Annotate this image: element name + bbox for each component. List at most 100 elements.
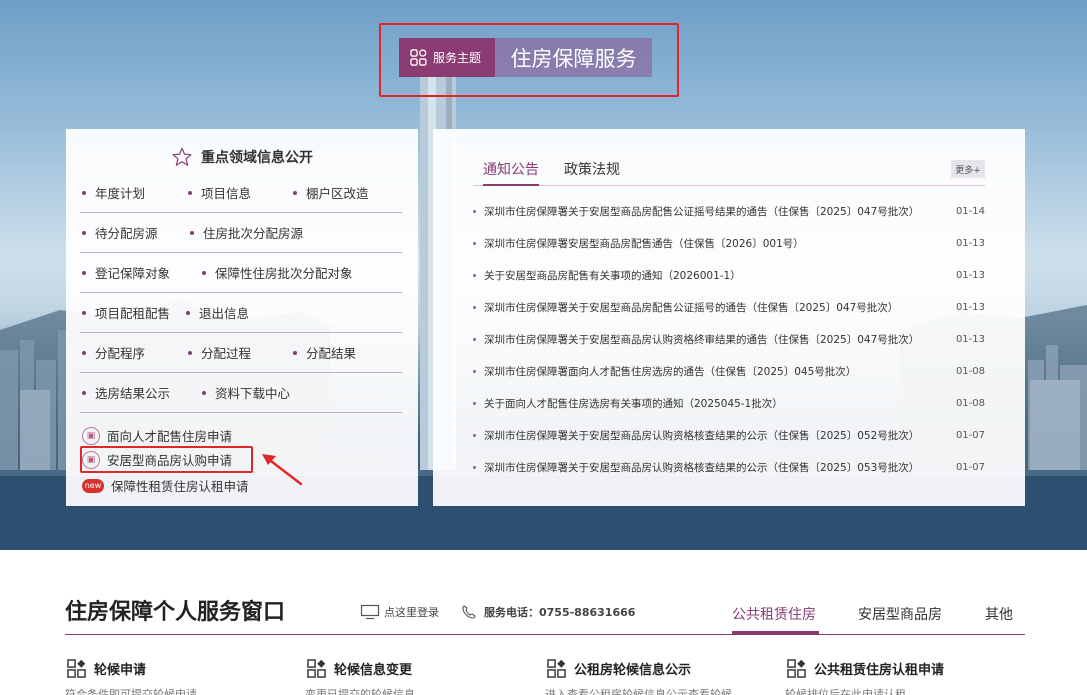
service-item-description: 变更已提交的轮候信息 [305, 688, 415, 695]
apps-icon [67, 659, 86, 678]
apps-icon [307, 659, 326, 678]
notice-date: 01-14 [955, 205, 985, 217]
notice-item[interactable]: 关于面向人才配售住房选房有关事项的通知（2025045-1批次） 01-08 [473, 387, 985, 419]
divider [65, 634, 1025, 635]
notice-date: 01-07 [955, 429, 985, 441]
highlight-box [379, 23, 679, 97]
link-selection-results[interactable]: 选房结果公示 [82, 383, 170, 402]
link-annual-plan[interactable]: 年度计划 [82, 183, 145, 202]
service-item-rental-application[interactable]: 公共租赁住房认租申请 [787, 659, 944, 678]
apply-talent-housing[interactable]: ▣ 面向人才配售住房申请 [82, 426, 232, 445]
apps-icon [787, 659, 806, 678]
service-item-label: 公租房轮候信息公示 [574, 663, 692, 678]
apply-label: 面向人才配售住房申请 [107, 429, 233, 444]
link-allocation-result[interactable]: 分配结果 [293, 343, 356, 362]
link-batch-recipients[interactable]: 保障性住房批次分配对象 [202, 263, 353, 282]
link-exit-info[interactable]: 退出信息 [186, 303, 249, 322]
bullet-icon [473, 209, 476, 213]
service-item-description: 符合条件即可提交轮候申请 [65, 688, 197, 695]
notice-item[interactable]: 关于安居型商品房配售有关事项的通知（2026001-1） 01-13 [473, 259, 985, 291]
key-areas-row: 分配程序 分配过程 分配结果 [80, 333, 402, 373]
service-item-waiting-publicity[interactable]: 公租房轮候信息公示 [547, 659, 691, 678]
notice-date: 01-08 [955, 397, 985, 409]
link-allocation-procedure[interactable]: 分配程序 [82, 343, 145, 362]
apps-icon [547, 659, 566, 678]
key-areas-header: 重点领域信息公开 [66, 146, 418, 168]
notices-panel: 通知公告 政策法规 更多+ 深圳市住房保障署关于安居型商品房配售公证摇号结果的通… [433, 129, 1025, 506]
bullet-icon [473, 465, 476, 469]
notice-title: 深圳市住房保障署关于安居型商品房认购资格终审结果的通告（住保售〔2025〕047… [484, 333, 920, 346]
apply-rental-housing[interactable]: new 保障性租赁住房认租申请 [82, 476, 249, 495]
notice-date: 01-08 [955, 365, 985, 377]
bullet-icon [473, 241, 476, 245]
service-item-description: 进入查看公租房轮候信息公示查看轮候 [545, 688, 732, 695]
key-areas-title: 重点领域信息公开 [201, 150, 313, 166]
notice-title: 深圳市住房保障署关于安居型商品房认购资格核查结果的公示（住保售〔2025〕053… [484, 461, 920, 474]
link-batch-housing[interactable]: 住房批次分配房源 [190, 223, 303, 242]
login-label: 点这里登录 [384, 606, 439, 619]
service-item-description: 轮候排位后在此申请认租 [785, 688, 906, 695]
link-project-info[interactable]: 项目信息 [188, 183, 251, 202]
notice-item[interactable]: 深圳市住房保障署安居型商品房配售通告（住保售〔2026〕001号） 01-13 [473, 227, 985, 259]
service-item-label: 轮候信息变更 [334, 663, 413, 678]
notice-title: 深圳市住房保障署面向人才配售住房选房的通告（住保售〔2025〕045号批次） [484, 365, 857, 378]
notice-item[interactable]: 深圳市住房保障署关于安居型商品房认购资格核查结果的公示（住保售〔2025〕052… [473, 419, 985, 451]
tab-policies[interactable]: 政策法规 [564, 159, 620, 186]
bullet-icon [473, 369, 476, 373]
more-button[interactable]: 更多+ [951, 160, 985, 178]
bullet-icon [473, 273, 476, 277]
notice-title: 深圳市住房保障署安居型商品房配售通告（住保售〔2026〕001号） [484, 237, 804, 250]
notice-date: 01-13 [955, 333, 985, 345]
tab-other[interactable]: 其他 [985, 604, 1013, 624]
notice-tabs: 通知公告 政策法规 更多+ [473, 159, 985, 186]
star-icon [172, 147, 192, 166]
apply-label: 保障性租赁住房认租申请 [111, 479, 249, 494]
login-link[interactable]: 点这里登录 [360, 604, 439, 620]
bullet-icon [473, 401, 476, 405]
link-shantytown-renovation[interactable]: 棚户区改造 [293, 183, 369, 202]
key-areas-row: 项目配租配售 退出信息 [80, 293, 402, 333]
bullet-icon [473, 305, 476, 309]
key-areas-row: 选房结果公示 资料下载中心 [80, 373, 402, 413]
arrow-annotation-icon [262, 454, 303, 486]
service-item-waiting-application[interactable]: 轮候申请 [67, 659, 146, 678]
link-pending-housing[interactable]: 待分配房源 [82, 223, 158, 242]
link-allocation-process[interactable]: 分配过程 [188, 343, 251, 362]
notice-item[interactable]: 深圳市住房保障署关于安居型商品房配售公证摇号结果的通告（住保售〔2025〕047… [473, 195, 985, 227]
bullet-icon [473, 337, 476, 341]
highlight-box [80, 446, 253, 473]
notice-date: 01-13 [955, 269, 985, 281]
notice-title: 深圳市住房保障署关于安居型商品房认购资格核查结果的公示（住保售〔2025〕052… [484, 429, 920, 442]
service-phone: 服务电话：0755-88631666 [460, 604, 635, 620]
notice-item[interactable]: 深圳市住房保障署关于安居型商品房认购资格终审结果的通告（住保售〔2025〕047… [473, 323, 985, 355]
tab-notices[interactable]: 通知公告 [483, 159, 539, 186]
service-window-title: 住房保障个人服务窗口 [65, 600, 286, 625]
key-areas-row: 登记保障对象 保障性住房批次分配对象 [80, 253, 402, 293]
notice-date: 01-13 [955, 237, 985, 249]
link-rent-sale[interactable]: 项目配租配售 [82, 303, 170, 322]
notice-title: 关于安居型商品房配售有关事项的通知（2026001-1） [484, 269, 741, 282]
new-badge: new [82, 478, 104, 493]
key-areas-row: 年度计划 项目信息 棚户区改造 [80, 173, 402, 213]
service-item-info-change[interactable]: 轮候信息变更 [307, 659, 412, 678]
notice-date: 01-07 [955, 461, 985, 473]
notice-title: 关于面向人才配售住房选房有关事项的通知（2025045-1批次） [484, 397, 783, 410]
computer-icon [360, 604, 380, 620]
document-icon: ▣ [82, 426, 100, 445]
bullet-icon [473, 433, 476, 437]
tab-public-rental[interactable]: 公共租赁住房 [732, 604, 816, 624]
link-registered-recipients[interactable]: 登记保障对象 [82, 263, 170, 282]
notice-item[interactable]: 深圳市住房保障署关于安居型商品房配售公证摇号的通告（住保售〔2025〕047号批… [473, 291, 985, 323]
link-download-center[interactable]: 资料下载中心 [202, 383, 290, 402]
notice-title: 深圳市住房保障署关于安居型商品房配售公证摇号的通告（住保售〔2025〕047号批… [484, 301, 899, 314]
notice-item[interactable]: 深圳市住房保障署面向人才配售住房选房的通告（住保售〔2025〕045号批次） 0… [473, 355, 985, 387]
phone-label: 服务电话：0755-88631666 [484, 606, 636, 619]
notice-date: 01-13 [955, 301, 985, 313]
phone-icon [462, 605, 476, 619]
notice-title: 深圳市住房保障署关于安居型商品房配售公证摇号结果的通告（住保售〔2025〕047… [484, 205, 920, 218]
tab-affordable-housing[interactable]: 安居型商品房 [858, 604, 942, 624]
key-areas-row: 待分配房源 住房批次分配房源 [80, 213, 402, 253]
notice-item[interactable]: 深圳市住房保障署关于安居型商品房认购资格核查结果的公示（住保售〔2025〕053… [473, 451, 985, 483]
service-item-label: 轮候申请 [94, 663, 147, 678]
service-item-label: 公共租赁住房认租申请 [814, 663, 945, 678]
